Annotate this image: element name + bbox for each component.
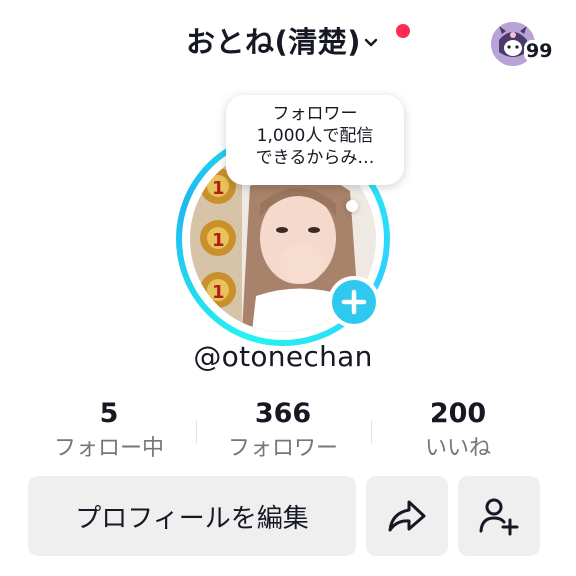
- chevron-down-icon: [364, 38, 378, 47]
- likes-label: いいね: [424, 436, 491, 461]
- svg-text:1: 1: [212, 178, 225, 199]
- profile-header: おとね(清楚) 99: [0, 0, 576, 80]
- profile-stats: 5 フォロー中 366 フォロワー 200 いいね: [0, 396, 576, 466]
- add-friend-button[interactable]: [458, 476, 540, 556]
- note-line-2: 1,000人で配信: [256, 126, 374, 146]
- bubble-tail-dot: [346, 200, 358, 212]
- svg-text:1: 1: [212, 282, 225, 303]
- stat-divider: [371, 420, 372, 444]
- following-label: フォロー中: [53, 436, 164, 461]
- followers-label: フォロワー: [227, 436, 338, 461]
- add-story-button[interactable]: [328, 276, 380, 328]
- account-switcher[interactable]: おとね(清楚): [186, 20, 379, 60]
- edit-profile-label: プロフィールを編集: [75, 503, 309, 534]
- stat-divider: [196, 420, 197, 444]
- note-bubble[interactable]: フォロワー 1,000人で配信 できるからみ…: [226, 95, 404, 185]
- svg-text:1: 1: [212, 230, 225, 251]
- inbox-count-badge: 99: [524, 40, 555, 62]
- share-profile-button[interactable]: [366, 476, 448, 556]
- likes-count: 200: [429, 398, 487, 429]
- note-line-3: できるからみ…: [255, 148, 375, 168]
- share-arrow-icon: [388, 500, 426, 532]
- account-name: おとね(清楚): [186, 25, 362, 59]
- following-count: 5: [99, 398, 119, 429]
- stat-likes[interactable]: 200 いいね: [383, 396, 533, 466]
- username: @otonechan: [193, 340, 373, 373]
- stat-followers[interactable]: 366 フォロワー: [208, 396, 358, 466]
- note-line-1: フォロワー: [272, 104, 358, 124]
- followers-count: 366: [254, 398, 312, 429]
- notification-dot: [396, 24, 410, 38]
- stat-following[interactable]: 5 フォロー中: [34, 396, 184, 466]
- add-user-icon: [479, 498, 519, 536]
- plus-icon: [341, 289, 367, 315]
- edit-profile-button[interactable]: プロフィールを編集: [28, 476, 356, 556]
